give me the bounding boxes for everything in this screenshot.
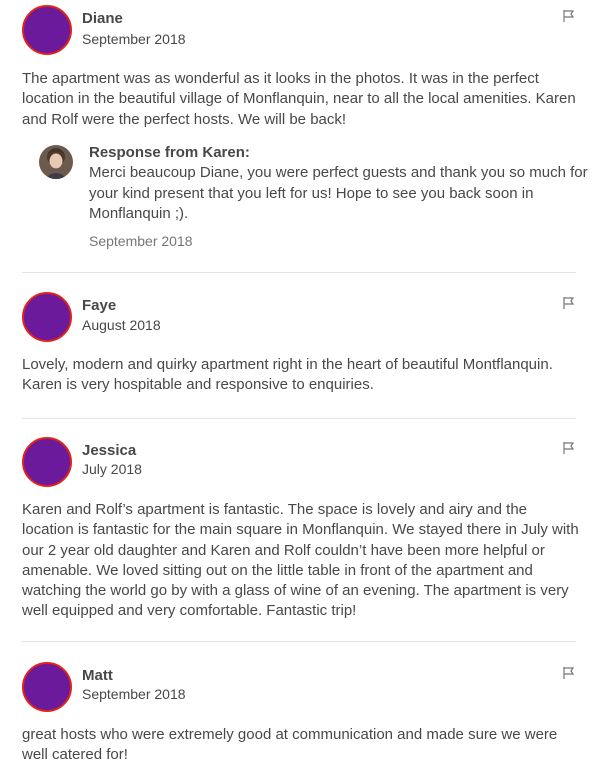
response-text: Merci beaucoup Diane, you were perfect g…: [89, 164, 588, 222]
host-avatar-image: [39, 145, 73, 179]
flag-icon[interactable]: [562, 9, 576, 23]
divider: [22, 272, 576, 273]
flag-icon[interactable]: [562, 666, 576, 680]
response-title: Response from Karen:: [89, 144, 250, 161]
avatar[interactable]: [22, 437, 72, 487]
reviewer-name[interactable]: Faye: [82, 297, 116, 314]
review-text: great hosts who were extremely good at c…: [22, 726, 558, 764]
divider: [22, 418, 576, 419]
avatar[interactable]: [22, 5, 72, 55]
review-date: July 2018: [82, 461, 142, 477]
review-text: Lovely, modern and quirky apartment righ…: [22, 356, 553, 394]
avatar[interactable]: [22, 662, 72, 712]
response-date: September 2018: [89, 233, 193, 249]
review-text: Karen and Rolf’s apartment is fantastic.…: [22, 501, 579, 620]
reviewer-name[interactable]: Diane: [82, 10, 123, 27]
review-date: September 2018: [82, 686, 186, 702]
review-date: September 2018: [82, 31, 186, 47]
avatar[interactable]: [22, 292, 72, 342]
flag-icon[interactable]: [562, 296, 576, 310]
review-date: August 2018: [82, 317, 161, 333]
reviewer-name[interactable]: Matt: [82, 667, 113, 684]
host-avatar[interactable]: [39, 145, 73, 179]
flag-icon[interactable]: [562, 441, 576, 455]
review-text: The apartment was as wonderful as it loo…: [22, 70, 576, 128]
divider: [22, 641, 576, 642]
reviewer-name[interactable]: Jessica: [82, 442, 136, 459]
